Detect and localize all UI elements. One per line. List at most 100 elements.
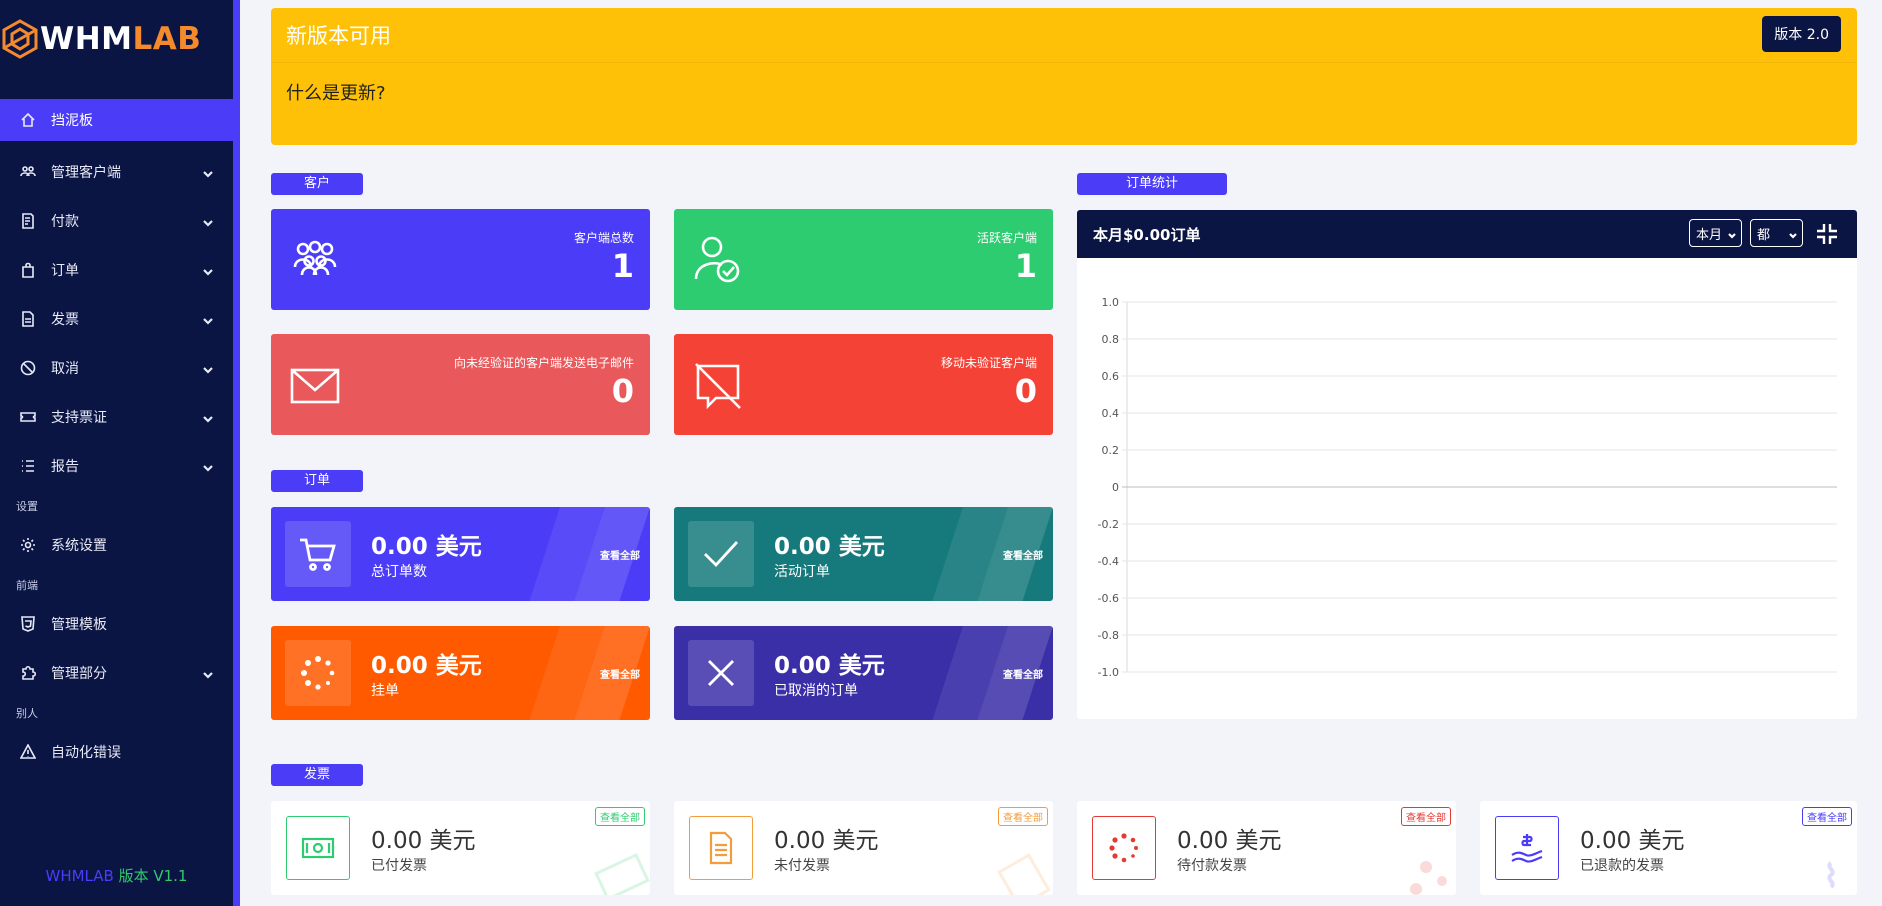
- sidebar-item-dashboard[interactable]: 挡泥板: [0, 99, 233, 141]
- banner-title: 新版本可用: [286, 24, 391, 48]
- section-label-clients: 客户: [271, 173, 363, 195]
- order-amount: 0.00 美元: [371, 534, 482, 560]
- y-tick-label: 0.4: [1102, 407, 1120, 420]
- sidebar-item-cancellations[interactable]: 取消: [0, 343, 233, 392]
- sidebar-item-automation-errors[interactable]: 自动化错误: [0, 727, 233, 776]
- collapse-icon[interactable]: [1815, 222, 1839, 246]
- section-label-orders: 订单: [271, 470, 363, 492]
- refund-watermark-icon: [1827, 861, 1835, 889]
- order-amount: 0.00 美元: [371, 653, 482, 679]
- view-all-link[interactable]: 查看全部: [1003, 547, 1043, 562]
- y-tick-label: -0.8: [1098, 629, 1119, 642]
- sidebar-item-label: 系统设置: [51, 537, 107, 554]
- card-active-orders[interactable]: 0.00 美元 活动订单 查看全部: [674, 507, 1053, 601]
- chevron-down-icon: [203, 668, 213, 679]
- card-active-clients[interactable]: 活跃客户端 1: [674, 209, 1053, 310]
- card-pending-orders[interactable]: 0.00 美元 挂单 查看全部: [271, 626, 650, 720]
- sidebar-nav: 挡泥板 管理客户端 付款 订单 发票 取消 支持票证 报告 设置 系统设置 前端…: [0, 99, 233, 776]
- sidebar-item-manage-sections[interactable]: 管理部分: [0, 648, 233, 697]
- user-check-icon: [692, 235, 744, 287]
- y-tick-label: -0.6: [1098, 592, 1119, 605]
- card-value: 1: [1014, 247, 1037, 285]
- sidebar-item-label: 取消: [51, 360, 79, 377]
- billing-icon: [19, 212, 37, 230]
- chevron-down-icon: [203, 461, 213, 472]
- view-all-link[interactable]: 查看全部: [998, 807, 1048, 826]
- check-icon: [704, 541, 739, 568]
- view-all-link[interactable]: 查看全部: [1003, 666, 1043, 681]
- sidebar-item-invoices[interactable]: 发票: [0, 294, 233, 343]
- order-label: 总订单数: [371, 564, 427, 580]
- card-label: 活跃客户端: [976, 231, 1037, 245]
- sidebar-item-label: 订单: [51, 262, 79, 279]
- section-label-order-stats: 订单统计: [1077, 173, 1227, 195]
- main-content: 新版本可用 版本 2.0 什么是更新?: [271, 8, 1857, 145]
- scope-select[interactable]: 都: [1750, 219, 1803, 247]
- warning-icon: [19, 743, 37, 761]
- chevron-down-icon: [203, 216, 213, 227]
- sidebar-item-manage-clients[interactable]: 管理客户端: [0, 147, 233, 196]
- ticket-icon: [19, 408, 37, 426]
- y-tick-label: -0.2: [1098, 518, 1119, 531]
- card-due-invoices[interactable]: 0.00 美元 待付款发票 查看全部: [1077, 801, 1456, 895]
- order-amount: 0.00 美元: [774, 534, 885, 560]
- order-stats-title: 本月$0.00订单: [1093, 225, 1201, 244]
- y-tick-label: 1.0: [1102, 296, 1120, 309]
- sidebar-item-label: 报告: [51, 458, 79, 475]
- card-remove-unverified[interactable]: 移动未验证客户端 0: [674, 334, 1053, 435]
- order-label: 已取消的订单: [774, 683, 858, 699]
- card-label: 向未经验证的客户端发送电子邮件: [453, 356, 634, 370]
- sidebar-section-settings: 设置: [16, 500, 38, 513]
- logo[interactable]: WHMLAB: [0, 0, 233, 78]
- view-all-link[interactable]: 查看全部: [1401, 807, 1451, 826]
- sidebar-item-system-settings[interactable]: 系统设置: [0, 520, 233, 569]
- y-tick-label: 0: [1112, 481, 1119, 494]
- refund-icon: [1511, 834, 1543, 863]
- card-value: 1: [611, 247, 634, 285]
- document-icon: [709, 831, 733, 865]
- card-unpaid-invoices[interactable]: 0.00 美元 未付发票 查看全部: [674, 801, 1053, 895]
- order-label: 活动订单: [774, 564, 830, 580]
- card-paid-invoices[interactable]: 0.00 美元 已付发票 查看全部: [271, 801, 650, 895]
- view-all-link[interactable]: 查看全部: [1802, 807, 1852, 826]
- view-all-link[interactable]: 查看全部: [600, 666, 640, 681]
- list-icon: [19, 457, 37, 475]
- period-select[interactable]: 本月: [1689, 219, 1742, 247]
- card-label: 移动未验证客户端: [940, 356, 1037, 370]
- sidebar-item-support-tickets[interactable]: 支持票证: [0, 392, 233, 441]
- invoice-label: 待付款发票: [1177, 858, 1247, 874]
- chevron-down-icon: [203, 363, 213, 374]
- close-icon: [708, 660, 734, 686]
- bag-icon: [19, 261, 37, 279]
- section-label-invoices: 发票: [271, 764, 363, 786]
- users-icon: [19, 163, 37, 181]
- update-banner: 新版本可用 版本 2.0 什么是更新?: [271, 8, 1857, 145]
- cart-icon: [300, 538, 336, 571]
- view-all-link[interactable]: 查看全部: [600, 547, 640, 562]
- document-watermark-icon: [997, 853, 1051, 895]
- card-value: 0: [1014, 372, 1037, 410]
- sidebar-item-label: 发票: [51, 311, 79, 328]
- version-button[interactable]: 版本 2.0: [1762, 16, 1841, 52]
- chevron-down-icon: [203, 412, 213, 423]
- card-total-clients[interactable]: 客户端总数 1: [271, 209, 650, 310]
- y-tick-label: -0.4: [1098, 555, 1119, 568]
- sidebar-item-manage-templates[interactable]: 管理模板: [0, 599, 233, 648]
- card-cancelled-orders[interactable]: 0.00 美元 已取消的订单 查看全部: [674, 626, 1053, 720]
- sidebar-item-billing[interactable]: 付款: [0, 196, 233, 245]
- card-total-orders[interactable]: 0.00 美元 总订单数 查看全部: [271, 507, 650, 601]
- card-email-unverified[interactable]: 向未经验证的客户端发送电子邮件 0: [271, 334, 650, 435]
- sidebar-item-orders[interactable]: 订单: [0, 245, 233, 294]
- version-label: WHMLAB 版本 V1.1: [45, 867, 188, 885]
- html5-icon: [19, 615, 37, 633]
- puzzle-icon: [19, 664, 37, 682]
- chevron-down-icon: [203, 265, 213, 276]
- envelope-icon: [289, 360, 341, 412]
- sidebar-item-reports[interactable]: 报告: [0, 441, 233, 490]
- cancel-icon: [19, 359, 37, 377]
- view-all-link[interactable]: 查看全部: [595, 807, 645, 826]
- card-refunded-invoices[interactable]: 0.00 美元 已退款的发票 查看全部: [1480, 801, 1857, 895]
- invoice-label: 未付发票: [774, 858, 830, 874]
- message-off-icon: [692, 360, 744, 412]
- sidebar: WHMLAB 挡泥板 管理客户端 付款 订单 发票 取消 支持票证 报告 设置 …: [0, 0, 240, 906]
